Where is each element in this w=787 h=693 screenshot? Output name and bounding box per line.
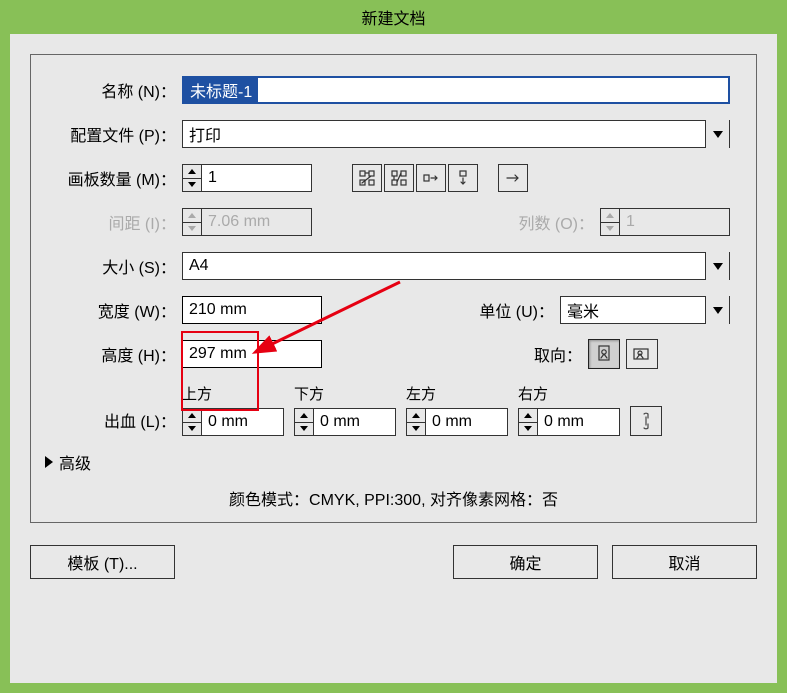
highlight-box <box>181 331 259 411</box>
link-bleed-icon[interactable] <box>630 406 662 436</box>
ok-button[interactable]: 确定 <box>453 545 598 579</box>
bleed-right-spinner[interactable] <box>518 408 620 436</box>
arrow-ltr-icon[interactable] <box>498 164 528 192</box>
advanced-label: 高级 <box>59 450 91 474</box>
width-label: 宽度 (W)： <box>57 298 182 322</box>
name-input[interactable]: 未标题-1 <box>184 78 258 102</box>
cols-label: 列数 (O)： <box>518 210 600 234</box>
form-panel: 名称 (N)： 未标题-1 配置文件 (P)： 打印 画板数量 (M)： <box>30 54 757 523</box>
orient-label: 取向： <box>534 342 588 366</box>
row-right-icon[interactable] <box>416 164 446 192</box>
units-value: 毫米 <box>561 298 705 322</box>
bleed-top-value[interactable] <box>202 408 284 436</box>
orient-portrait-icon[interactable] <box>588 339 620 369</box>
templates-button[interactable]: 模板 (T)... <box>30 545 175 579</box>
size-label: 大小 (S)： <box>57 254 182 278</box>
mode-info: 颜色模式：CMYK, PPI:300, 对齐像素网格：否 <box>57 486 730 510</box>
height-label: 高度 (H)： <box>57 342 182 366</box>
bleed-right-value[interactable] <box>538 408 620 436</box>
name-label: 名称 (N)： <box>57 78 182 102</box>
bleed-left-label: 左方 <box>406 383 508 404</box>
dialog-body: 名称 (N)： 未标题-1 配置文件 (P)： 打印 画板数量 (M)： <box>10 34 777 683</box>
window-title: 新建文档 <box>0 0 787 34</box>
width-input[interactable] <box>182 296 322 324</box>
bleed-bottom-value[interactable] <box>314 408 396 436</box>
grid-layout-z-icon[interactable] <box>352 164 382 192</box>
profile-value: 打印 <box>183 122 705 146</box>
bleed-top-spinner[interactable] <box>182 408 284 436</box>
size-value: A4 <box>183 257 705 275</box>
size-select[interactable]: A4 <box>182 252 730 280</box>
artboards-value[interactable] <box>202 164 312 192</box>
bleed-label: 出血 (L)： <box>57 408 182 436</box>
profile-select[interactable]: 打印 <box>182 120 730 148</box>
artboards-label: 画板数量 (M)： <box>57 166 182 190</box>
cols-value <box>620 208 730 236</box>
advanced-expander[interactable]: 高级 <box>45 450 730 474</box>
bleed-bottom-spinner[interactable] <box>294 408 396 436</box>
dropdown-icon[interactable] <box>705 252 729 280</box>
cols-spinner <box>600 208 730 236</box>
spacing-value <box>202 208 312 236</box>
chevron-right-icon <box>45 456 53 468</box>
bleed-left-value[interactable] <box>426 408 508 436</box>
spacing-spinner <box>182 208 312 236</box>
cancel-button[interactable]: 取消 <box>612 545 757 579</box>
col-down-icon[interactable] <box>448 164 478 192</box>
spacing-label: 间距 (I)： <box>57 210 182 234</box>
artboards-spinner[interactable] <box>182 164 312 192</box>
profile-label: 配置文件 (P)： <box>57 122 182 146</box>
bleed-left-spinner[interactable] <box>406 408 508 436</box>
bleed-right-label: 右方 <box>518 383 620 404</box>
dropdown-icon[interactable] <box>705 296 729 324</box>
units-select[interactable]: 毫米 <box>560 296 730 324</box>
units-label: 单位 (U)： <box>479 298 560 322</box>
grid-layout-n-icon[interactable] <box>384 164 414 192</box>
bleed-bottom-label: 下方 <box>294 383 396 404</box>
dropdown-icon[interactable] <box>705 120 729 148</box>
orient-landscape-icon[interactable] <box>626 339 658 369</box>
